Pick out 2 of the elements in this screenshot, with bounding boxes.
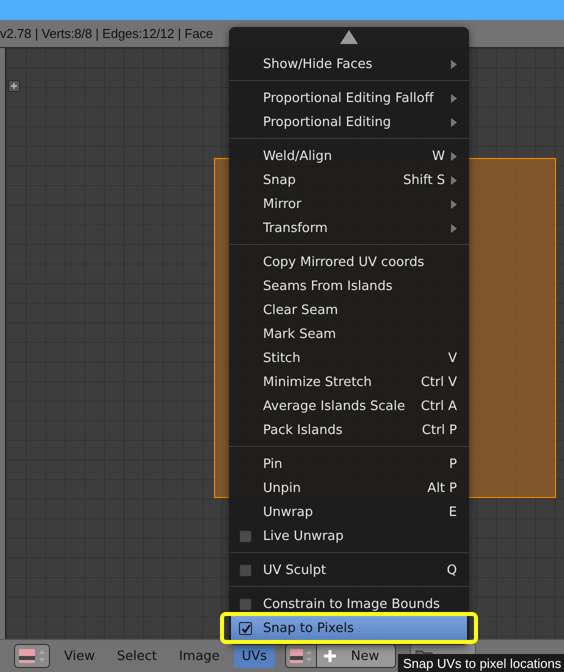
tooltip: Snap UVs to pixel locations bbox=[398, 654, 564, 672]
scene-statistics: v2.78 | Verts:8/8 | Edges:12/12 | Face bbox=[0, 26, 214, 41]
